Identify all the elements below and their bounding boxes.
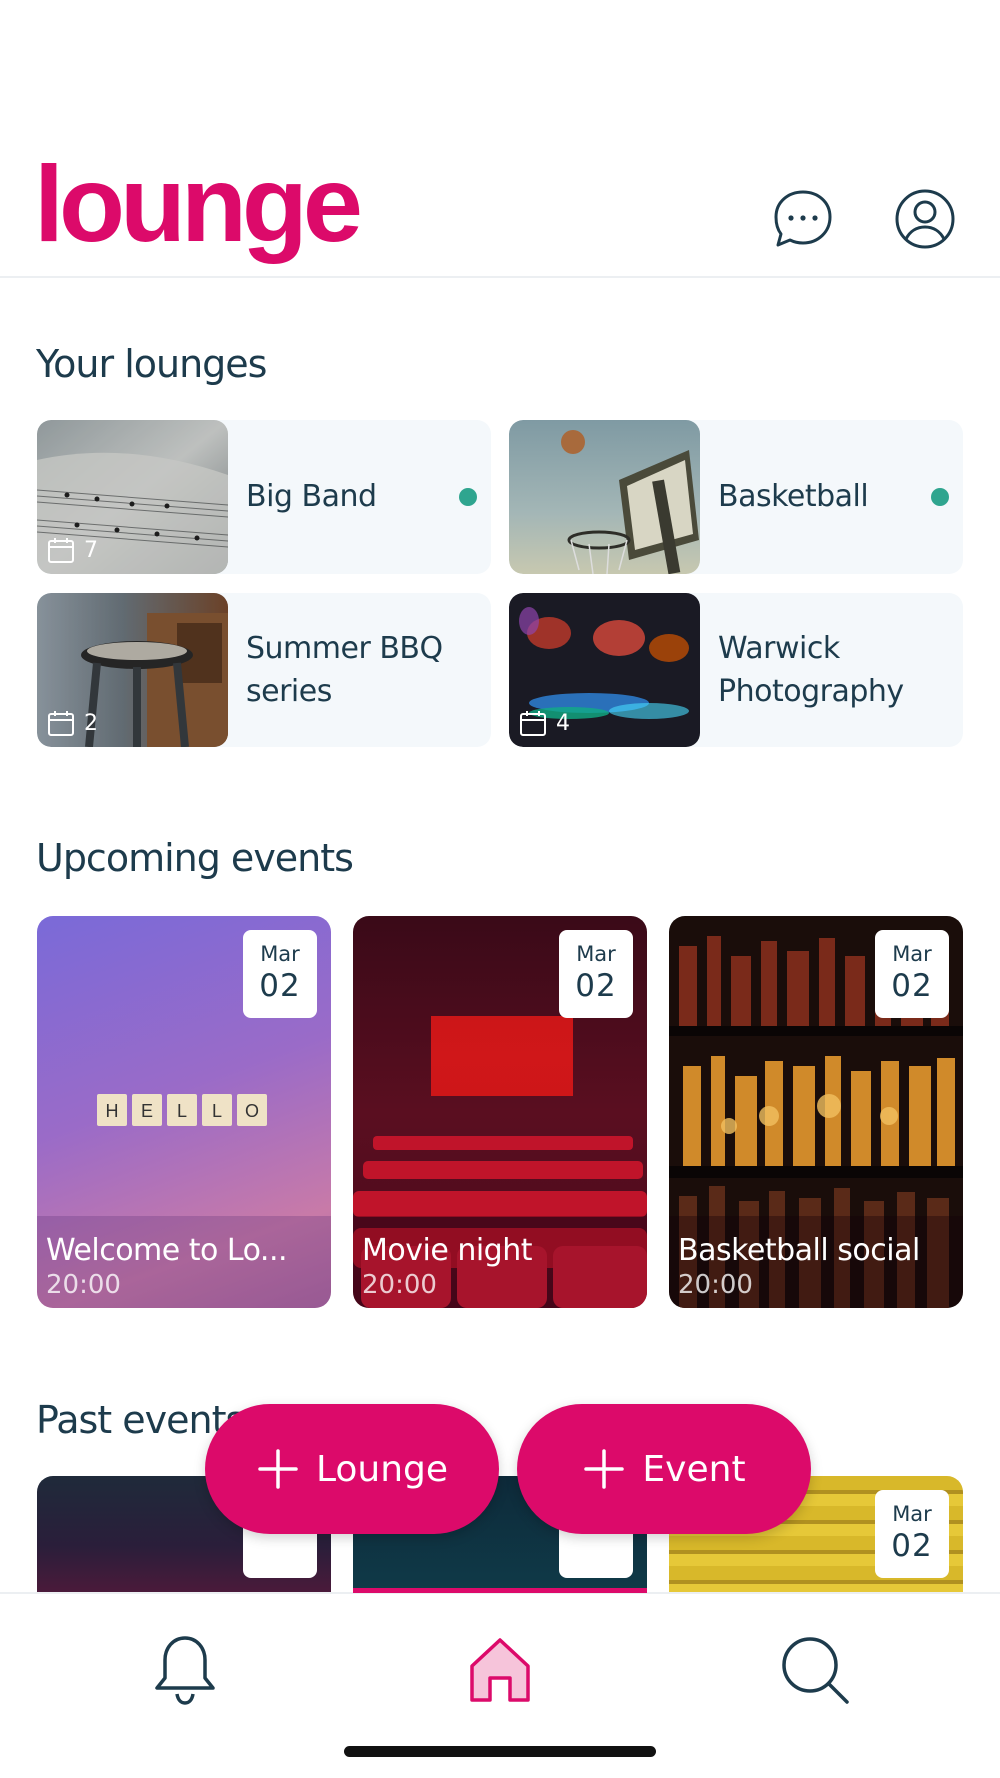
event-time: 20:00 (678, 1270, 753, 1300)
bottom-navigation (0, 1588, 1000, 1778)
event-date-badge: Mar 02 (875, 930, 949, 1018)
add-lounge-label: Lounge (315, 1448, 449, 1490)
event-month: Mar (892, 1502, 932, 1526)
event-time: 20:00 (46, 1270, 121, 1300)
nav-search[interactable] (775, 1630, 855, 1710)
bell-icon (155, 1636, 215, 1705)
plus-icon (584, 1449, 625, 1489)
event-day: 02 (891, 968, 933, 1004)
event-card-welcome[interactable]: H E L L O Mar 02 Welcome to Lo... 20:00 (37, 916, 331, 1308)
home-icon (470, 1638, 530, 1702)
add-event-label: Event (642, 1448, 746, 1490)
event-card-movie-night[interactable]: Mar 02 Movie night 20:00 (353, 916, 647, 1308)
lounge-name: Warwick Photography (718, 630, 904, 710)
lounge-tile-basketball[interactable]: Basketball (509, 420, 963, 574)
event-day: 02 (575, 968, 617, 1004)
lounge-event-count: 7 (46, 535, 98, 565)
event-count-value: 2 (84, 710, 98, 736)
lounge-tile-warwick-photography[interactable]: 4 Warwick Photography (509, 593, 963, 747)
event-month: Mar (892, 942, 932, 966)
basketball-hoop-photo (509, 420, 700, 574)
activity-dot (931, 488, 949, 506)
user-circle-icon[interactable] (894, 188, 956, 250)
activity-dot (459, 488, 477, 506)
active-tab-indicator (353, 1588, 647, 1593)
nav-home[interactable] (460, 1630, 540, 1710)
tile-letter: L (212, 1101, 222, 1121)
search-icon (782, 1637, 849, 1704)
tile-letter: H (106, 1101, 119, 1121)
home-indicator-bar (344, 1746, 656, 1757)
event-count-value: 7 (84, 537, 98, 563)
calendar-icon (520, 711, 546, 736)
event-title: Movie night (362, 1233, 533, 1268)
plus-icon (258, 1449, 298, 1489)
lounge-event-count: 2 (46, 708, 98, 738)
lounge-name: Big Band (246, 479, 377, 515)
event-title: Basketball social (678, 1233, 920, 1268)
event-card-basketball-social[interactable]: Mar 02 Basketball social 20:00 (669, 916, 963, 1308)
event-time: 20:00 (362, 1270, 437, 1300)
lounge-tile-summer-bbq[interactable]: 2 Summer BBQ series (37, 593, 491, 747)
add-lounge-button[interactable]: Lounge (205, 1404, 499, 1534)
event-date-badge: Mar 02 (875, 1490, 949, 1578)
app-header: lounge (0, 0, 1000, 278)
calendar-icon (48, 538, 74, 563)
upcoming-events-heading: Upcoming events (36, 836, 354, 880)
app-logo: lounge (34, 143, 363, 264)
event-date-badge: Mar 02 (559, 930, 633, 1018)
event-title: Welcome to Lo... (46, 1233, 288, 1268)
tile-letter: L (177, 1101, 187, 1121)
lounge-name: Summer BBQ series (246, 630, 443, 710)
event-day: 02 (891, 1528, 933, 1564)
event-day: 02 (259, 968, 301, 1004)
nav-notifications[interactable] (145, 1630, 225, 1710)
event-month: Mar (260, 942, 300, 966)
event-count-value: 4 (556, 710, 570, 736)
calendar-icon (48, 711, 74, 736)
lounge-name: Basketball (718, 479, 869, 515)
your-lounges-heading: Your lounges (36, 342, 267, 386)
tile-letter: E (141, 1101, 153, 1121)
chat-bubble-icon[interactable] (772, 188, 834, 250)
lounge-event-count: 4 (518, 708, 570, 738)
tile-letter: O (245, 1101, 259, 1121)
event-date-badge: Mar 02 (243, 930, 317, 1018)
add-event-button[interactable]: Event (517, 1404, 811, 1534)
lounge-tile-big-band[interactable]: 7 Big Band (37, 420, 491, 574)
event-month: Mar (576, 942, 616, 966)
